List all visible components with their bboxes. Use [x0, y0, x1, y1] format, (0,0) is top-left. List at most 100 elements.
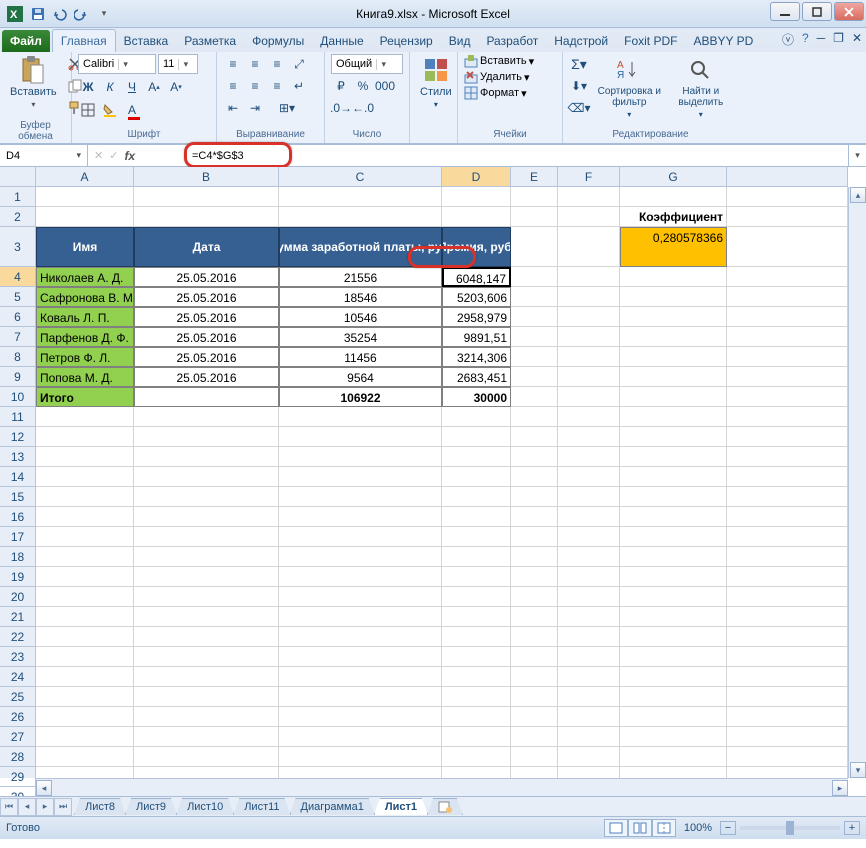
row-header-20[interactable]: 20 [0, 587, 36, 607]
column-header-B[interactable]: B [134, 167, 279, 187]
cell-A19[interactable] [36, 567, 134, 587]
cell-D11[interactable] [442, 407, 511, 427]
cell-F8[interactable] [558, 347, 620, 367]
bold-icon[interactable]: Ж [78, 77, 98, 97]
close-button[interactable] [834, 2, 864, 21]
cell-F26[interactable] [558, 707, 620, 727]
cell-G9[interactable] [620, 367, 727, 387]
page-layout-view-icon[interactable] [628, 819, 652, 837]
cell-D18[interactable] [442, 547, 511, 567]
cell-C14[interactable] [279, 467, 442, 487]
zoom-in-button[interactable]: + [844, 821, 860, 835]
cell-E18[interactable] [511, 547, 558, 567]
cell-E19[interactable] [511, 567, 558, 587]
cell-E4[interactable] [511, 267, 558, 287]
formula-bar[interactable]: =C4*$G$3 [188, 145, 848, 166]
cell-F19[interactable] [558, 567, 620, 587]
cell-C16[interactable] [279, 507, 442, 527]
cell-B18[interactable] [134, 547, 279, 567]
cell-F27[interactable] [558, 727, 620, 747]
cell-F11[interactable] [558, 407, 620, 427]
cell-D24[interactable] [442, 667, 511, 687]
row-header-5[interactable]: 5 [0, 287, 36, 307]
italic-icon[interactable]: К [100, 77, 120, 97]
cell-A11[interactable] [36, 407, 134, 427]
cell-F10[interactable] [558, 387, 620, 407]
cell-A17[interactable] [36, 527, 134, 547]
cell-B4[interactable]: 25.05.2016 [134, 267, 279, 287]
cell-F23[interactable] [558, 647, 620, 667]
column-header-D[interactable]: D [442, 167, 511, 187]
cell-F4[interactable] [558, 267, 620, 287]
cell-A5[interactable]: Сафронова В. М. [36, 287, 134, 307]
cell-E21[interactable] [511, 607, 558, 627]
cell-F5[interactable] [558, 287, 620, 307]
zoom-out-button[interactable]: − [720, 821, 736, 835]
cell-C13[interactable] [279, 447, 442, 467]
cell-A13[interactable] [36, 447, 134, 467]
tab-review[interactable]: Рецензир [372, 30, 441, 52]
row-header-7[interactable]: 7 [0, 327, 36, 347]
cell-G19[interactable] [620, 567, 727, 587]
number-format-combo[interactable]: Общий▾ [331, 54, 403, 74]
tab-abbyy[interactable]: ABBYY PD [685, 30, 761, 52]
align-right-icon[interactable]: ≡ [267, 76, 287, 96]
cell-A22[interactable] [36, 627, 134, 647]
cell-C17[interactable] [279, 527, 442, 547]
cell-C8[interactable]: 11456 [279, 347, 442, 367]
tab-developer[interactable]: Разработ [478, 30, 546, 52]
cell-D2[interactable] [442, 207, 511, 227]
wrap-text-icon[interactable]: ↵ [289, 76, 309, 96]
cell-G16[interactable] [620, 507, 727, 527]
cell-A20[interactable] [36, 587, 134, 607]
row-header-30[interactable]: 30 [0, 787, 36, 797]
clear-icon[interactable]: ⌫▾ [569, 98, 589, 118]
cell-E20[interactable] [511, 587, 558, 607]
cell-E9[interactable] [511, 367, 558, 387]
scroll-left-icon[interactable]: ◂ [36, 780, 52, 796]
cell-D23[interactable] [442, 647, 511, 667]
row-header-9[interactable]: 9 [0, 367, 36, 387]
cell-D1[interactable] [442, 187, 511, 207]
cell-C12[interactable] [279, 427, 442, 447]
cell-B5[interactable]: 25.05.2016 [134, 287, 279, 307]
cell-F12[interactable] [558, 427, 620, 447]
cell-B23[interactable] [134, 647, 279, 667]
currency-icon[interactable]: ₽ [331, 76, 351, 96]
cell-E12[interactable] [511, 427, 558, 447]
cell-D9[interactable]: 2683,451 [442, 367, 511, 387]
cell-A9[interactable]: Попова М. Д. [36, 367, 134, 387]
cell-D5[interactable]: 5203,606 [442, 287, 511, 307]
row-header-22[interactable]: 22 [0, 627, 36, 647]
cell-C24[interactable] [279, 667, 442, 687]
cell-G17[interactable] [620, 527, 727, 547]
cell-E6[interactable] [511, 307, 558, 327]
cell-B16[interactable] [134, 507, 279, 527]
cell-F15[interactable] [558, 487, 620, 507]
cell-B17[interactable] [134, 527, 279, 547]
cell-B6[interactable]: 25.05.2016 [134, 307, 279, 327]
cell-G4[interactable] [620, 267, 727, 287]
cell-G8[interactable] [620, 347, 727, 367]
merge-icon[interactable]: ⊞▾ [267, 98, 307, 118]
cell-G7[interactable] [620, 327, 727, 347]
cell-F18[interactable] [558, 547, 620, 567]
cell-G24[interactable] [620, 667, 727, 687]
cell-C18[interactable] [279, 547, 442, 567]
cell-G27[interactable] [620, 727, 727, 747]
cell-E14[interactable] [511, 467, 558, 487]
row-header-4[interactable]: 4 [0, 267, 36, 287]
cancel-formula-icon[interactable]: ✕ [94, 149, 103, 162]
cell-G14[interactable] [620, 467, 727, 487]
cell-E17[interactable] [511, 527, 558, 547]
cell-D26[interactable] [442, 707, 511, 727]
borders-icon[interactable] [78, 100, 98, 120]
underline-icon[interactable]: Ч [122, 77, 142, 97]
sheet-nav-last-icon[interactable]: ⏭ [54, 798, 72, 816]
cell-B26[interactable] [134, 707, 279, 727]
sheet-nav-next-icon[interactable]: ▸ [36, 798, 54, 816]
cell-C23[interactable] [279, 647, 442, 667]
sheet-tab-Лист9[interactable]: Лист9 [125, 798, 177, 815]
font-size-combo[interactable]: 11▾ [158, 54, 198, 74]
increase-indent-icon[interactable]: ⇥ [245, 98, 265, 118]
